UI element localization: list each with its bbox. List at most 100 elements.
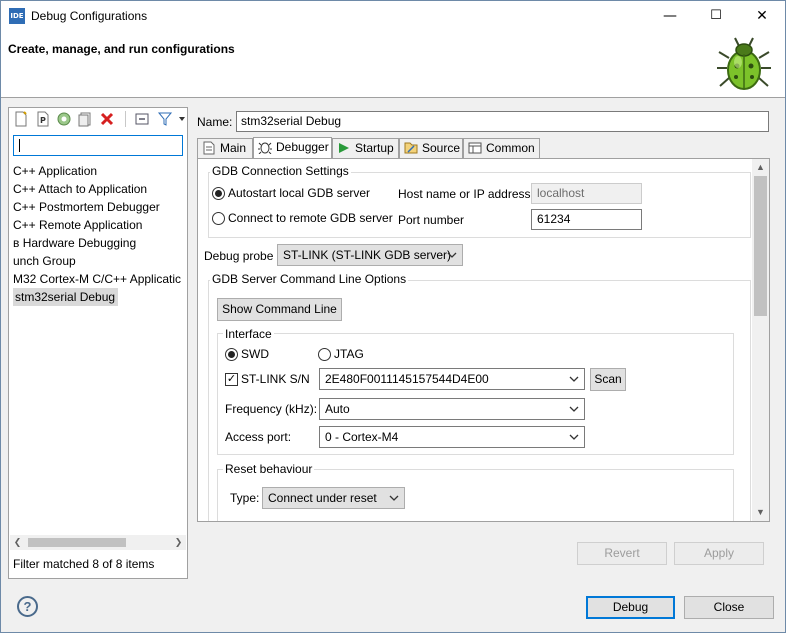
maximize-button[interactable]: ☐ <box>693 1 739 32</box>
stlink-sn-checkbox[interactable]: ✓ <box>225 373 238 386</box>
debug-probe-value: ST-LINK (ST-LINK GDB server) <box>283 248 452 262</box>
tab-common[interactable]: Common <box>463 138 540 158</box>
swd-label[interactable]: SWD <box>241 347 269 361</box>
help-icon[interactable]: ? <box>17 596 38 617</box>
reset-type-select[interactable]: Connect under reset <box>262 487 405 509</box>
scroll-right-icon[interactable]: ❯ <box>171 535 186 550</box>
debug-probe-label: Debug probe <box>204 249 274 263</box>
name-input[interactable]: stm32serial Debug <box>236 111 769 132</box>
autostart-radio[interactable] <box>212 187 225 200</box>
debug-configurations-window: IDE Debug Configurations — ☐ ✕ Create, m… <box>0 0 786 633</box>
filter-status: Filter matched 8 of 8 items <box>13 557 155 571</box>
debug-bug-icon <box>717 37 771 90</box>
autostart-label[interactable]: Autostart local GDB server <box>228 186 370 200</box>
tree-item[interactable]: M32 Cortex-M C/C++ Applicatic <box>13 270 181 288</box>
window-title: Debug Configurations <box>31 9 148 23</box>
frequency-label: Frequency (kHz): <box>225 402 318 416</box>
tab-source-label: Source <box>422 141 461 155</box>
svg-text:P: P <box>40 116 46 125</box>
horizontal-scrollbar[interactable]: ❮ ❯ <box>10 535 186 550</box>
scroll-down-icon[interactable]: ▼ <box>752 504 769 521</box>
reset-type-label: Type: <box>230 491 260 505</box>
vertical-scrollbar[interactable]: ▲ ▼ <box>752 159 769 521</box>
tab-source[interactable]: Source <box>399 138 463 158</box>
port-label: Port number <box>398 213 465 227</box>
debug-probe-select[interactable]: ST-LINK (ST-LINK GDB server) <box>277 244 463 266</box>
scroll-up-icon[interactable]: ▲ <box>752 159 769 176</box>
connect-remote-radio[interactable] <box>212 212 225 225</box>
interface-title: Interface <box>223 327 274 341</box>
new-config-icon[interactable] <box>13 111 29 127</box>
new-prototype-icon[interactable]: P <box>35 111 51 127</box>
configuration-tree: C++ Application C++ Attach to Applicatio… <box>9 162 187 532</box>
reset-behaviour-title: Reset behaviour <box>223 462 315 476</box>
view-menu-icon[interactable] <box>177 111 187 127</box>
chevron-down-icon <box>569 376 579 382</box>
host-label: Host name or IP address <box>398 187 531 201</box>
debugger-tab-panel: GDB Connection Settings Autostart local … <box>197 158 770 522</box>
scroll-thumb[interactable] <box>754 176 767 316</box>
run-icon <box>339 143 349 153</box>
toolbar-separator <box>125 111 126 127</box>
jtag-radio[interactable] <box>318 348 331 361</box>
tree-item[interactable]: C++ Remote Application <box>13 216 142 234</box>
jtag-label[interactable]: JTAG <box>334 347 364 361</box>
stlink-sn-select[interactable]: 2E480F0011145157544D4E00 <box>319 368 585 390</box>
close-window-button[interactable]: ✕ <box>739 1 785 32</box>
stlink-sn-label: ST-LINK S/N <box>241 372 310 386</box>
delete-icon[interactable] <box>99 111 115 127</box>
frequency-select[interactable]: Auto <box>319 398 585 420</box>
minimize-button[interactable]: — <box>647 1 693 32</box>
tree-item[interactable]: C++ Attach to Application <box>13 180 147 198</box>
header-banner: Create, manage, and run configurations <box>1 32 785 98</box>
reset-type-value: Connect under reset <box>268 491 377 505</box>
tab-main-label: Main <box>220 141 247 155</box>
tab-startup[interactable]: Startup <box>332 138 399 158</box>
banner-title: Create, manage, and run configurations <box>8 42 235 56</box>
tree-item[interactable]: unch Group <box>13 252 76 270</box>
connect-remote-label[interactable]: Connect to remote GDB server <box>228 211 393 225</box>
port-input[interactable]: 61234 <box>531 209 642 230</box>
frequency-value: Auto <box>325 402 350 416</box>
filter-input[interactable] <box>13 135 183 156</box>
stlink-sn-value: 2E480F0011145157544D4E00 <box>325 372 489 386</box>
tree-item[interactable]: ʙ Hardware Debugging <box>13 234 136 252</box>
revert-button[interactable]: Revert <box>577 542 667 565</box>
chevron-down-icon <box>569 406 579 412</box>
access-port-value: 0 - Cortex-M4 <box>325 430 399 444</box>
scroll-left-icon[interactable]: ❮ <box>10 535 25 550</box>
close-button[interactable]: Close <box>684 596 774 619</box>
tab-debugger[interactable]: Debugger <box>253 137 332 159</box>
swd-radio[interactable] <box>225 348 238 361</box>
scan-button[interactable]: Scan <box>590 368 626 391</box>
export-icon[interactable] <box>77 111 93 127</box>
tab-startup-label: Startup <box>355 141 394 155</box>
tree-item[interactable]: C++ Application <box>13 162 97 180</box>
chevron-down-icon <box>447 252 457 258</box>
source-icon <box>404 142 418 154</box>
text-caret <box>19 139 20 152</box>
filter-icon[interactable] <box>157 111 173 127</box>
collapse-all-icon[interactable] <box>134 111 150 127</box>
tab-main[interactable]: Main <box>197 138 253 158</box>
bug-icon <box>258 142 272 154</box>
show-command-line-button[interactable]: Show Command Line <box>217 298 342 321</box>
tree-item[interactable]: C++ Postmortem Debugger <box>13 198 160 216</box>
host-input: localhost <box>531 183 642 204</box>
access-port-select[interactable]: 0 - Cortex-M4 <box>319 426 585 448</box>
access-port-label: Access port: <box>225 430 292 444</box>
scroll-thumb[interactable] <box>28 538 126 547</box>
apply-button[interactable]: Apply <box>674 542 764 565</box>
gdb-server-options-title: GDB Server Command Line Options <box>210 272 409 286</box>
document-icon <box>203 141 215 155</box>
name-label: Name: <box>197 115 233 129</box>
gdb-connection-group <box>208 172 751 238</box>
debug-button[interactable]: Debug <box>586 596 675 619</box>
tree-item-selected[interactable]: stm32serial Debug <box>13 288 119 306</box>
duplicate-icon[interactable] <box>56 111 72 127</box>
chevron-down-icon <box>569 434 579 440</box>
title-bar: IDE Debug Configurations — ☐ ✕ <box>1 1 785 32</box>
gdb-connection-title: GDB Connection Settings <box>210 164 351 178</box>
configuration-list-pane: P C++ Application C++ Attach to Applicat… <box>8 107 188 579</box>
left-toolbar: P <box>9 108 187 130</box>
